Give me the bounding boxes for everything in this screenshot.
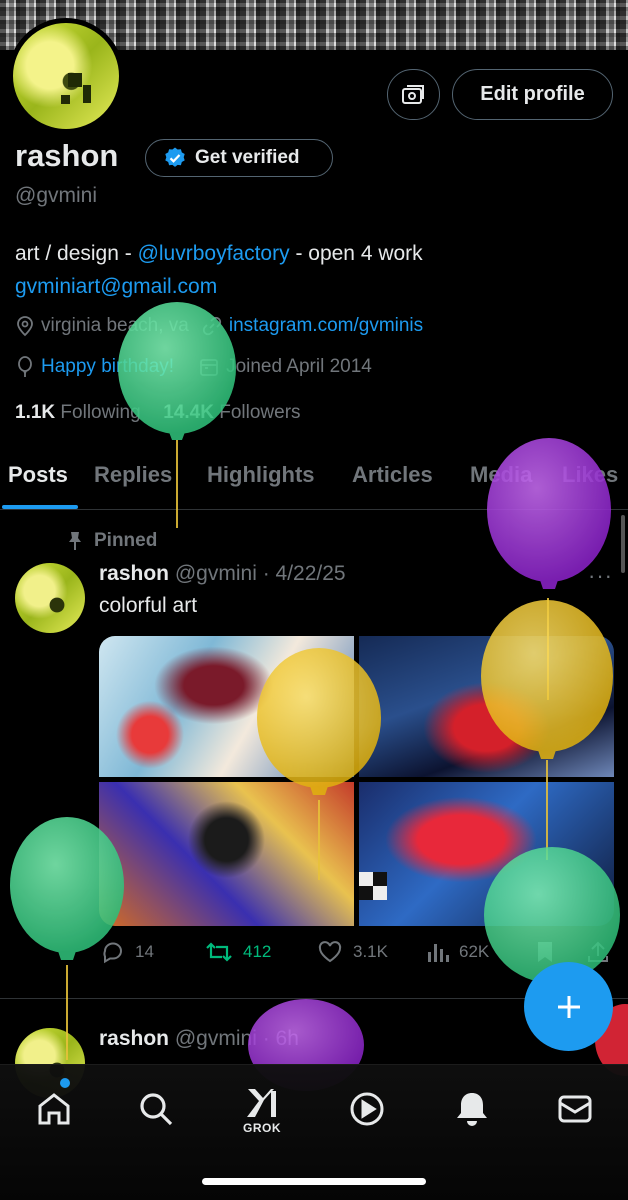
post-text: colorful art (99, 594, 198, 617)
joined-text: Joined April 2014 (226, 356, 372, 377)
play-icon (350, 1092, 384, 1126)
email-link[interactable]: gvminiart@gmail.com (15, 275, 217, 298)
birthday-link[interactable]: Happy birthday! (41, 356, 174, 378)
nav-home[interactable] (32, 1087, 76, 1131)
nav-search[interactable] (134, 1087, 178, 1131)
post-meta-2: @gvmini · 6h (174, 1027, 299, 1050)
following-link[interactable]: 1.1K Following (15, 402, 141, 423)
get-verified-label: Get verified (195, 147, 300, 168)
like-count: 3.1K (353, 942, 388, 961)
share-icon (588, 941, 608, 962)
media-image-4[interactable] (359, 782, 614, 926)
nav-grok[interactable] (240, 1081, 284, 1125)
website-link[interactable]: instagram.com/gvminis (229, 315, 423, 337)
reply-count: 14 (135, 942, 154, 961)
grok-icon (247, 1089, 276, 1117)
pinned-indicator: Pinned (66, 530, 157, 552)
views-button[interactable]: 62K (427, 940, 489, 964)
balloon-icon (18, 356, 32, 377)
tab-highlights[interactable]: Highlights (207, 462, 315, 488)
location-icon (17, 316, 33, 337)
post-header-2: rashon @gvmini · 6h (99, 1027, 299, 1051)
tab-replies[interactable]: Replies (94, 462, 172, 488)
bookmark-button[interactable] (535, 940, 555, 964)
post-header: rashon @gvmini · 4/22/25 (99, 562, 346, 586)
pinned-label: Pinned (94, 530, 158, 551)
active-tab-indicator (2, 505, 78, 509)
profile-meta-row-1: virginia beach, va instagram.com/gvminis (15, 315, 423, 337)
profile-meta-row-2: Happy birthday! Joined April 2014 (15, 356, 372, 378)
bio-mention-link[interactable]: @luvrboyfactory (138, 242, 290, 265)
following-label: Following (60, 402, 141, 423)
views-icon (428, 944, 449, 962)
views-count: 62K (459, 942, 490, 961)
post-meta: @gvmini · 4/22/25 (174, 562, 346, 585)
post-actions: 14 412 3.1K 62K (99, 940, 614, 966)
grok-label: GROK (243, 1121, 281, 1135)
nav-videos[interactable] (345, 1087, 389, 1131)
profile-tabs: Posts Replies Highlights Articles Media … (0, 450, 628, 510)
tab-likes[interactable]: Likes (562, 462, 618, 488)
like-button[interactable]: 3.1K (317, 940, 388, 964)
post-author[interactable]: rashon (99, 562, 169, 585)
profile-avatar[interactable] (8, 18, 124, 134)
search-icon (140, 1093, 173, 1126)
post-avatar[interactable] (15, 563, 85, 633)
followers-count: 14.4K (163, 402, 214, 423)
bio-text: art / design - (15, 242, 138, 265)
followers-link[interactable]: 14.4K Followers (163, 402, 300, 423)
bio-text-suffix: - open 4 work (289, 242, 423, 265)
edit-profile-button[interactable]: Edit profile (452, 69, 613, 120)
mail-icon (558, 1095, 592, 1123)
nav-messages[interactable] (553, 1087, 597, 1131)
home-icon (38, 1093, 70, 1125)
following-count: 1.1K (15, 402, 56, 423)
money-icon (401, 84, 424, 104)
verified-badge-icon (165, 147, 185, 167)
money-button[interactable] (387, 69, 440, 120)
media-image-3[interactable] (99, 782, 354, 926)
reply-button[interactable]: 14 (101, 940, 154, 964)
profile-handle: @gvmini (15, 184, 98, 207)
nav-notifications[interactable] (450, 1087, 494, 1131)
get-verified-button[interactable]: Get verified (145, 139, 333, 177)
tab-articles[interactable]: Articles (352, 462, 433, 488)
tab-posts[interactable]: Posts (8, 462, 68, 488)
compose-post-button[interactable] (524, 962, 613, 1051)
home-notification-dot (60, 1078, 70, 1088)
location-text: virginia beach, va (41, 315, 189, 336)
bell-icon (457, 1093, 487, 1126)
post-media-grid[interactable] (99, 636, 614, 926)
calendar-icon (200, 359, 218, 376)
plus-icon (557, 995, 580, 1018)
media-image-1[interactable] (99, 636, 354, 777)
link-icon (202, 316, 222, 336)
more-options-icon[interactable]: ··· (588, 563, 613, 589)
followers-label: Followers (219, 402, 301, 423)
profile-bio: art / design - @luvrboyfactory - open 4 … (15, 237, 615, 303)
follow-counts: 1.1K Following 14.4K Followers (15, 402, 301, 424)
reply-icon (103, 942, 122, 964)
share-button[interactable] (587, 940, 609, 964)
repost-icon (206, 942, 232, 962)
post-author-2[interactable]: rashon (99, 1027, 169, 1050)
repost-button[interactable]: 412 (205, 940, 271, 964)
bookmark-icon (538, 942, 552, 962)
home-indicator[interactable] (202, 1178, 426, 1185)
tab-media[interactable]: Media (470, 462, 532, 488)
pin-icon (69, 532, 81, 550)
scrollbar[interactable] (621, 515, 625, 573)
repost-count: 412 (243, 942, 272, 961)
heart-icon (318, 941, 342, 963)
profile-name: rashon (15, 138, 119, 173)
media-image-2[interactable] (359, 636, 614, 777)
